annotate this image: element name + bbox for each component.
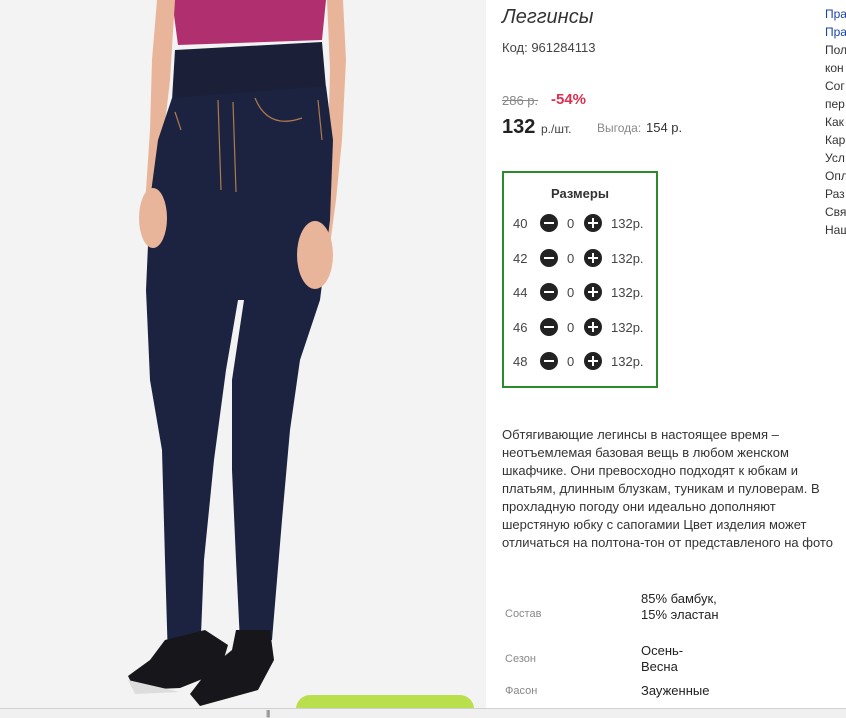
product-code: Код: 961284113	[502, 40, 596, 55]
property-label-style: Фасон	[505, 685, 538, 697]
discount-badge: -54%	[551, 91, 587, 108]
size-price: 132р.	[611, 251, 644, 266]
right-menu-item: Сог	[825, 79, 845, 93]
right-menu-item: Нащ	[825, 223, 846, 237]
plus-icon[interactable]	[584, 214, 602, 232]
right-info-menu: Пра Пра Пол кон Сог пер Как Кар Усл Опл …	[825, 5, 846, 239]
saving-label: Выгода:	[597, 121, 642, 135]
size-row: 48 0 132р.	[504, 352, 656, 372]
old-price: 286 р.	[502, 93, 539, 108]
plus-icon[interactable]	[584, 249, 602, 267]
plus-icon[interactable]	[584, 352, 602, 370]
size-row: 46 0 132р.	[504, 318, 656, 338]
size-label: 44	[513, 285, 528, 300]
right-menu-item: Пол	[825, 43, 846, 57]
right-menu-item: Свя	[825, 205, 846, 219]
product-description: Обтягивающие легинсы в настоящее время –…	[502, 427, 833, 550]
property-label-season: Сезон	[505, 653, 536, 665]
minus-icon[interactable]	[540, 318, 558, 336]
add-to-cart-button[interactable]	[296, 695, 474, 708]
quantity-value: 0	[567, 251, 575, 266]
plus-icon[interactable]	[584, 283, 602, 301]
saving-value: 154 р.	[646, 120, 683, 135]
right-menu-link[interactable]: Пра	[825, 5, 846, 23]
product-photo[interactable]	[0, 0, 486, 708]
size-label: 48	[513, 354, 528, 369]
right-menu-item: Раз	[825, 187, 845, 201]
size-label: 42	[513, 251, 528, 266]
right-menu-item: Кар	[825, 133, 846, 147]
size-price: 132р.	[611, 354, 644, 369]
size-row: 40 0 132р.	[504, 214, 656, 234]
size-price: 132р.	[611, 216, 644, 231]
plus-icon[interactable]	[584, 318, 602, 336]
size-row: 44 0 132р.	[504, 283, 656, 303]
quantity-value: 0	[567, 216, 575, 231]
minus-icon[interactable]	[540, 249, 558, 267]
property-value-season: Осень-Весна	[641, 643, 684, 674]
right-menu-item: Усл	[825, 151, 845, 165]
size-label: 40	[513, 216, 528, 231]
minus-icon[interactable]	[540, 283, 558, 301]
product-title: Леггинсы	[502, 6, 594, 28]
size-selector: Размеры 40 0 132р. 42 0 132р. 44 0 132р.…	[502, 171, 658, 388]
right-menu-item: пер	[825, 97, 845, 111]
size-price: 132р.	[611, 320, 644, 335]
right-menu-item: Как	[825, 115, 844, 129]
minus-icon[interactable]	[540, 352, 558, 370]
minus-icon[interactable]	[540, 214, 558, 232]
property-value-composition: 85% бамбук, 15% эластан	[641, 591, 719, 622]
size-row: 42 0 132р.	[504, 249, 656, 269]
quantity-value: 0	[567, 285, 575, 300]
current-price: 132	[502, 116, 536, 138]
sizes-title: Размеры	[551, 186, 609, 201]
right-menu-item: кон	[825, 61, 844, 75]
quantity-value: 0	[567, 320, 575, 335]
quantity-value: 0	[567, 354, 575, 369]
right-menu-item: Опл	[825, 169, 846, 183]
size-price: 132р.	[611, 285, 644, 300]
property-value-style: Зауженные	[641, 683, 710, 698]
price-unit: р./шт.	[541, 122, 572, 136]
right-menu-link[interactable]: Пра	[825, 23, 846, 41]
size-label: 46	[513, 320, 528, 335]
property-label-composition: Состав	[505, 608, 542, 620]
